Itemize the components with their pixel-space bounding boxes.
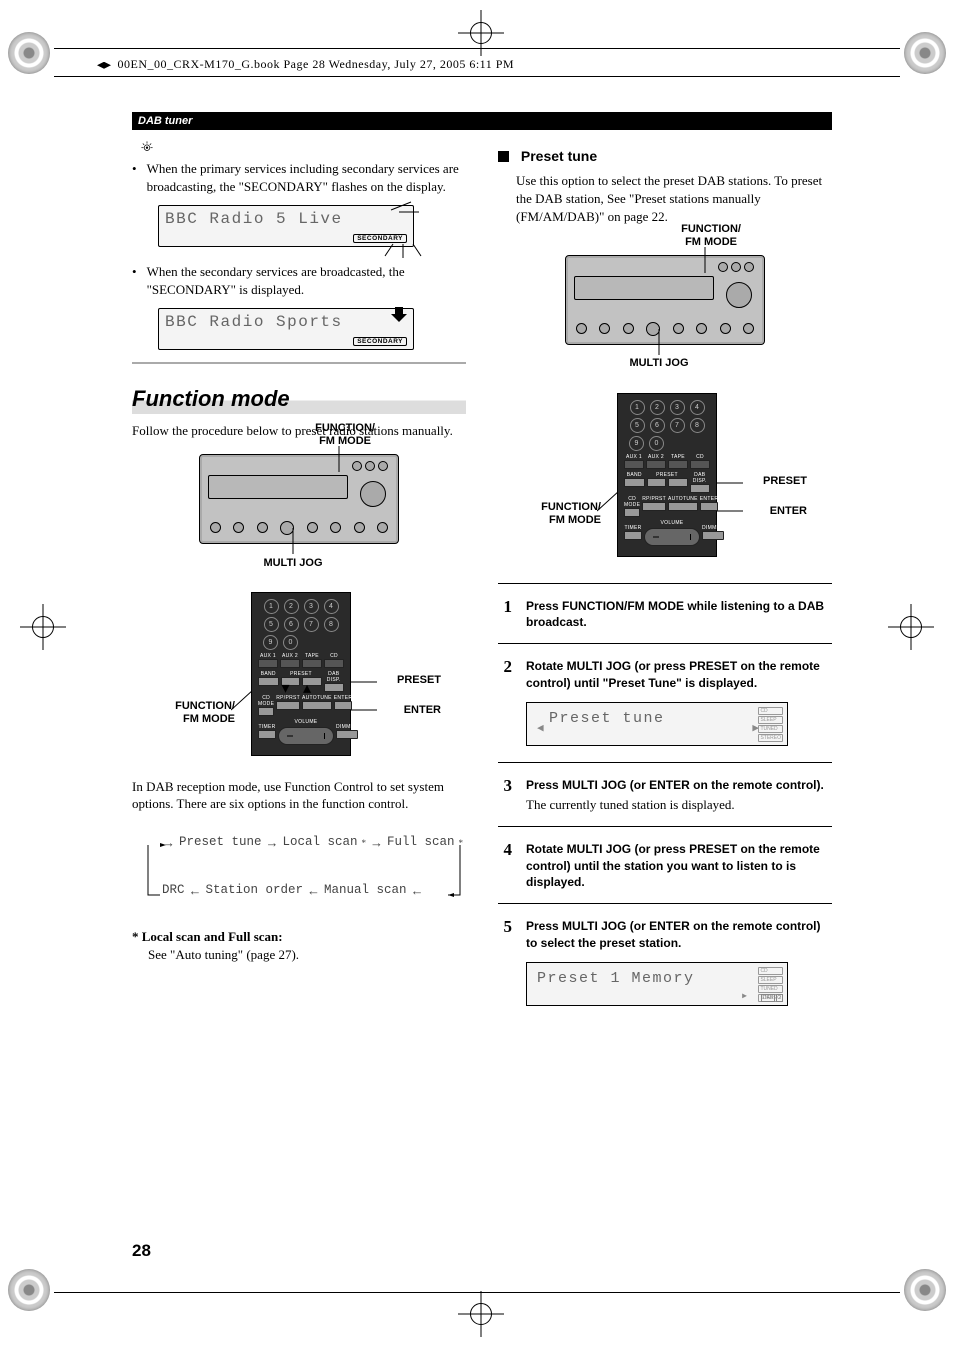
remote-diagram-right: FUNCTION/ FM MODE PRESET ENTER 1234 5678… bbox=[525, 393, 805, 563]
function-intro: Follow the procedure below to preset rad… bbox=[132, 422, 466, 440]
flow-item: Preset tune bbox=[179, 831, 262, 855]
remote-diagram-left: FUNCTION/ FM MODE PRESET ENTER 1234 5678… bbox=[159, 592, 439, 762]
local-full-heading: * Local scan and Full scan: bbox=[132, 929, 466, 945]
registration-mark bbox=[8, 1269, 50, 1311]
bullet-text: When the secondary services are broadcas… bbox=[147, 263, 466, 298]
registration-mark bbox=[904, 32, 946, 74]
bullet-text: When the primary services including seco… bbox=[147, 160, 466, 195]
step-separator bbox=[498, 643, 832, 644]
bullet: • bbox=[132, 160, 137, 195]
function-fm-label: FUNCTION/ FM MODE bbox=[521, 501, 601, 527]
bullet: • bbox=[132, 263, 137, 298]
step-number: 2 bbox=[498, 658, 512, 692]
step-separator bbox=[498, 762, 832, 763]
lcd-display-2: BBC Radio Sports SECONDARY bbox=[158, 308, 414, 350]
flow-item: DRC bbox=[162, 879, 185, 903]
preset-tune-heading: Preset tune bbox=[498, 148, 832, 164]
multijog-label: MULTI JOG bbox=[619, 357, 699, 370]
book-tag-text: 00EN_00_CRX-M170_G.book Page 28 Wednesda… bbox=[118, 57, 515, 71]
lcd-text: Preset 1 Memory bbox=[537, 970, 695, 987]
flow-item: Full scan bbox=[387, 831, 455, 855]
lcd-preset-tune: ◀ Preset tune ▶ CDSLEEPTUNEDSTEREO bbox=[526, 702, 788, 746]
lcd-text: BBC Radio 5 Live bbox=[165, 210, 407, 228]
left-column: DAB tuner • When the primary services in… bbox=[132, 112, 466, 1232]
callout-line bbox=[231, 680, 253, 720]
square-bullet-icon bbox=[498, 151, 509, 162]
registration-mark bbox=[904, 1269, 946, 1311]
cross-hair-mark bbox=[888, 604, 934, 650]
callout-line bbox=[273, 528, 313, 554]
secondary-badge: SECONDARY bbox=[353, 337, 407, 346]
cross-hair-mark bbox=[458, 1291, 504, 1337]
step-number: 3 bbox=[498, 777, 512, 814]
lcd-text: BBC Radio Sports bbox=[165, 313, 407, 331]
local-full-body: See "Auto tuning" (page 27). bbox=[148, 947, 466, 963]
step-number: 5 bbox=[498, 918, 512, 952]
cross-hair-mark bbox=[458, 10, 504, 56]
enter-label: ENTER bbox=[770, 505, 807, 518]
step-number: 4 bbox=[498, 841, 512, 891]
function-fm-label: FUNCTION/ FM MODE bbox=[315, 422, 375, 448]
lcd-text: Preset tune bbox=[549, 710, 665, 727]
function-fm-label: FUNCTION/ FM MODE bbox=[155, 700, 235, 726]
step-text: Press MULTI JOG (or ENTER on the remote … bbox=[526, 777, 832, 814]
step-separator bbox=[498, 903, 832, 904]
step-text: Rotate MULTI JOG (or press PRESET on the… bbox=[526, 841, 832, 891]
function-fm-label: FUNCTION/ FM MODE bbox=[681, 223, 741, 249]
down-arrow-icon bbox=[391, 305, 409, 323]
right-column: Preset tune Use this option to select th… bbox=[498, 112, 832, 1232]
bottom-rule bbox=[54, 1292, 900, 1293]
page-number: 28 bbox=[132, 1241, 151, 1261]
callout-line bbox=[319, 446, 359, 476]
step-text: Press FUNCTION/FM MODE while listening t… bbox=[526, 598, 832, 632]
preset-tune-para: Use this option to select the preset DAB… bbox=[516, 172, 832, 227]
preset-label: PRESET bbox=[763, 475, 807, 488]
top-rule bbox=[54, 48, 900, 49]
book-tag: 00EN_00_CRX-M170_G.book Page 28 Wednesda… bbox=[94, 57, 514, 72]
device-diagram-right: FUNCTION/ FM MODE MULTI JOG bbox=[545, 255, 785, 345]
step-text: Press MULTI JOG (or ENTER on the remote … bbox=[526, 918, 832, 952]
function-flow-diagram: → Preset tune → Local scan* → Full scan*… bbox=[140, 831, 466, 911]
flow-item: Manual scan bbox=[324, 879, 407, 903]
step-number: 1 bbox=[498, 598, 512, 632]
flow-item: Station order bbox=[206, 879, 304, 903]
lcd-callout-lines bbox=[381, 200, 431, 260]
device-diagram-left: FUNCTION/ FM MODE MULTI JOG bbox=[179, 454, 419, 544]
step-text: Rotate MULTI JOG (or press PRESET on the… bbox=[526, 658, 832, 692]
function-mode-heading: Function mode bbox=[132, 384, 466, 414]
callout-line bbox=[347, 678, 377, 686]
lcd-display-1: BBC Radio 5 Live SECONDARY bbox=[158, 205, 414, 247]
top-rule bbox=[54, 76, 900, 77]
step-separator bbox=[498, 826, 832, 827]
triangle-left-icon: ◀ bbox=[537, 721, 544, 735]
hint-icon bbox=[140, 140, 154, 154]
dab-reception-para: In DAB reception mode, use Function Cont… bbox=[132, 778, 466, 813]
preset-label: PRESET bbox=[397, 674, 441, 687]
cross-hair-mark bbox=[20, 604, 66, 650]
step-separator bbox=[498, 583, 832, 584]
enter-label: ENTER bbox=[404, 704, 441, 717]
flow-item: Local scan bbox=[283, 831, 358, 855]
multijog-label: MULTI JOG bbox=[253, 557, 333, 570]
step-plain: The currently tuned station is displayed… bbox=[526, 796, 832, 814]
lcd-preset-memory: Preset 1 Memory CDSLEEPTUNEDSTEREO DAB 2… bbox=[526, 962, 788, 1006]
registration-mark bbox=[8, 32, 50, 74]
